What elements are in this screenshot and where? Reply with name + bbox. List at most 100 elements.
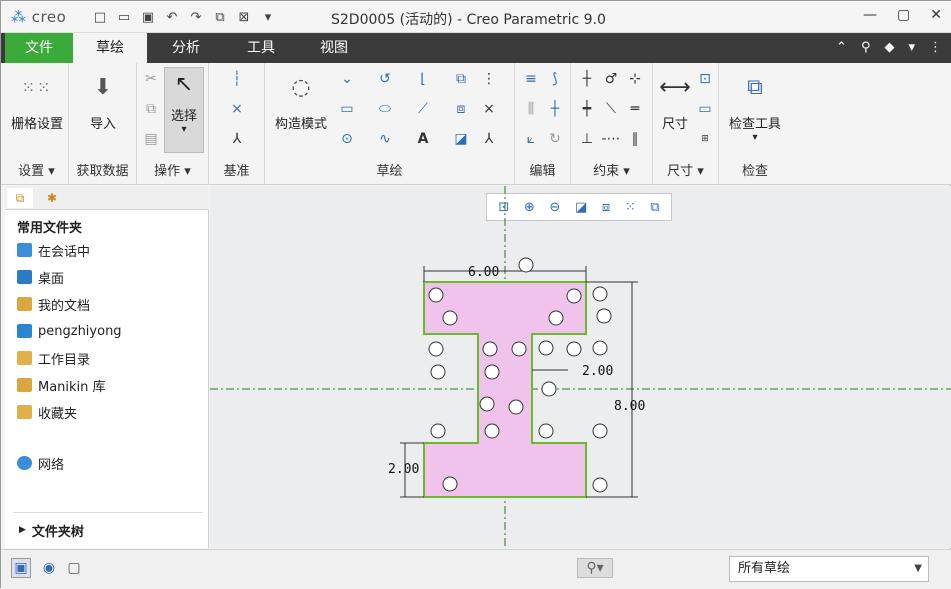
ellipse-icon[interactable]: ⬭ bbox=[375, 99, 395, 119]
point-icon[interactable]: × bbox=[479, 99, 499, 119]
vertical-constraint-icon[interactable]: ┼ bbox=[577, 69, 597, 89]
coordinate-tool-icon[interactable]: ⅄ bbox=[479, 129, 499, 149]
regenerate-icon[interactable]: ⧉ bbox=[211, 8, 229, 26]
help-icon[interactable]: ◆ bbox=[884, 40, 894, 55]
constraint-marker[interactable] bbox=[541, 381, 557, 397]
folder-tree-toggle[interactable]: ▶ 文件夹树 bbox=[19, 520, 84, 540]
spline-icon[interactable]: ∿ bbox=[375, 129, 395, 149]
tab-sketch[interactable]: 草绘 bbox=[73, 33, 147, 63]
tab-tools[interactable]: 工具 bbox=[226, 33, 296, 63]
tab-file[interactable]: 文件 bbox=[5, 33, 73, 63]
group-label-constraints[interactable]: 约束 ▾ bbox=[571, 160, 652, 179]
redo-icon[interactable]: ↷ bbox=[187, 8, 205, 26]
minimize-button[interactable]: — bbox=[863, 7, 877, 23]
group-label-settings[interactable]: 设置 ▾ bbox=[5, 160, 68, 179]
construct-mode-button[interactable]: ◌ 构造模式 bbox=[269, 71, 333, 133]
graphics-window[interactable]: ⊡ ⊕ ⊖ ◪ ⧈ ⁙ ⧉ 6.00 2.00 8.00 2.00 bbox=[210, 186, 951, 548]
horizontal-constraint-icon[interactable]: ┿ bbox=[577, 99, 597, 119]
fillet-icon[interactable]: ⌊ bbox=[413, 69, 433, 89]
constraint-marker[interactable] bbox=[548, 310, 564, 326]
open-file-icon[interactable]: ▭ bbox=[115, 8, 133, 26]
centerline-tool-icon[interactable]: ⋮ bbox=[479, 69, 499, 89]
grid-settings-button[interactable]: ⁙⁙ 栅格设置 bbox=[5, 71, 69, 133]
browser-toggle-icon[interactable]: ◉ bbox=[39, 558, 59, 578]
constraint-marker[interactable] bbox=[482, 341, 498, 357]
constraint-marker[interactable] bbox=[484, 364, 500, 380]
chamfer-icon[interactable]: ⟋ bbox=[413, 99, 433, 119]
constraint-marker[interactable] bbox=[592, 286, 608, 302]
arc-icon[interactable]: ↺ bbox=[375, 69, 395, 89]
new-file-icon[interactable]: □ bbox=[91, 8, 109, 26]
constraint-marker[interactable] bbox=[596, 308, 612, 324]
network-item[interactable]: 网络 bbox=[17, 453, 64, 473]
symmetric-constraint-icon[interactable]: -⋯ bbox=[601, 129, 621, 149]
folder-in-session[interactable]: 在会话中 bbox=[17, 240, 90, 260]
fullscreen-icon[interactable]: ▢ bbox=[64, 558, 84, 578]
constraint-marker[interactable] bbox=[566, 288, 582, 304]
line-icon[interactable]: ⌄ bbox=[337, 69, 357, 89]
baseline-icon[interactable]: ▭ bbox=[695, 99, 715, 119]
constraint-marker[interactable] bbox=[479, 396, 495, 412]
mirror-icon[interactable]: ⫼ bbox=[521, 99, 541, 119]
copy-icon[interactable]: ⧉ bbox=[141, 99, 161, 119]
folder-favorites[interactable]: 收藏夹 bbox=[17, 402, 77, 422]
tab-analysis[interactable]: 分析 bbox=[151, 33, 221, 63]
constraint-marker[interactable] bbox=[538, 423, 554, 439]
navigator-toggle-icon[interactable]: ▣ bbox=[11, 558, 31, 578]
select-button[interactable]: ↖ 选择 ▾ bbox=[164, 67, 204, 153]
circle-icon[interactable]: ⊙ bbox=[337, 129, 357, 149]
close-button[interactable]: ✕ bbox=[930, 7, 942, 23]
folder-my-documents[interactable]: 我的文档 bbox=[17, 294, 90, 314]
constraint-marker[interactable] bbox=[428, 341, 444, 357]
dimension-bottom-flange[interactable]: 2.00 bbox=[388, 442, 424, 498]
close-window-icon[interactable]: ⊠ bbox=[235, 8, 253, 26]
constraint-marker[interactable] bbox=[511, 341, 527, 357]
find-icon[interactable]: ⚲▾ bbox=[577, 558, 613, 578]
offset-icon[interactable]: ⧉ bbox=[451, 69, 471, 89]
reference-icon[interactable]: ⊞ bbox=[695, 129, 715, 149]
dimension-button[interactable]: ⟷ 尺寸 bbox=[655, 71, 695, 133]
perimeter-icon[interactable]: ⊡ bbox=[695, 69, 715, 89]
collapse-ribbon-icon[interactable]: ⌃ bbox=[836, 40, 847, 55]
text-icon[interactable]: A bbox=[413, 129, 433, 149]
folder-working-directory[interactable]: 工作目录 bbox=[17, 348, 90, 368]
group-label-dimension[interactable]: 尺寸 ▾ bbox=[653, 160, 718, 179]
tangent-constraint-icon[interactable]: ♂ bbox=[601, 69, 621, 89]
modify-icon[interactable]: ≡ bbox=[521, 69, 541, 89]
parallel-constraint-icon[interactable]: ∥ bbox=[625, 129, 645, 149]
folder-user[interactable]: pengzhiyong bbox=[17, 321, 122, 341]
rotate-resize-icon[interactable]: ↻ bbox=[545, 129, 565, 149]
rectangle-icon[interactable]: ▭ bbox=[337, 99, 357, 119]
corner-icon[interactable]: ⟀ bbox=[521, 129, 541, 149]
constraint-marker[interactable] bbox=[538, 340, 554, 356]
model-tree-tab-icon[interactable]: ⧉ bbox=[7, 188, 33, 208]
constraint-marker[interactable] bbox=[442, 310, 458, 326]
search-icon[interactable]: ⚲ bbox=[861, 40, 871, 55]
midpoint-constraint-icon[interactable]: ⊹ bbox=[625, 69, 645, 89]
constraint-marker[interactable] bbox=[592, 423, 608, 439]
import-button[interactable]: ⬇ 导入 bbox=[69, 71, 137, 133]
constraint-marker[interactable] bbox=[592, 340, 608, 356]
coincident-constraint-icon[interactable]: ⟍ bbox=[601, 99, 621, 119]
more-icon[interactable]: ⋮ bbox=[929, 40, 942, 55]
coordinate-system-icon[interactable]: ⅄ bbox=[227, 129, 247, 149]
palette-icon[interactable]: ◪ bbox=[451, 129, 471, 149]
inspect-tool-button[interactable]: ⧉ 检查工具 ▾ bbox=[719, 71, 791, 144]
constraint-marker[interactable] bbox=[592, 477, 608, 493]
tab-view[interactable]: 视图 bbox=[299, 33, 369, 63]
datum-point-icon[interactable]: × bbox=[227, 99, 247, 119]
constraint-marker[interactable] bbox=[484, 423, 500, 439]
cut-icon[interactable]: ✂ bbox=[141, 69, 161, 89]
favorites-tab-icon[interactable]: ✱ bbox=[39, 188, 65, 208]
centerline-icon[interactable]: ┆ bbox=[227, 69, 247, 89]
delete-segment-icon[interactable]: ⟆ bbox=[545, 69, 565, 89]
divide-icon[interactable]: ┼ bbox=[545, 99, 565, 119]
maximize-button[interactable]: ▢ bbox=[897, 7, 910, 23]
undo-icon[interactable]: ↶ bbox=[163, 8, 181, 26]
dimension-web-width[interactable]: 2.00 bbox=[532, 364, 613, 379]
dropdown-icon[interactable]: ▾ bbox=[908, 40, 915, 55]
constraint-marker[interactable] bbox=[508, 399, 524, 415]
constraint-marker[interactable] bbox=[430, 423, 446, 439]
perpendicular-constraint-icon[interactable]: ⊥ bbox=[577, 129, 597, 149]
thicken-icon[interactable]: ⧈ bbox=[451, 99, 471, 119]
